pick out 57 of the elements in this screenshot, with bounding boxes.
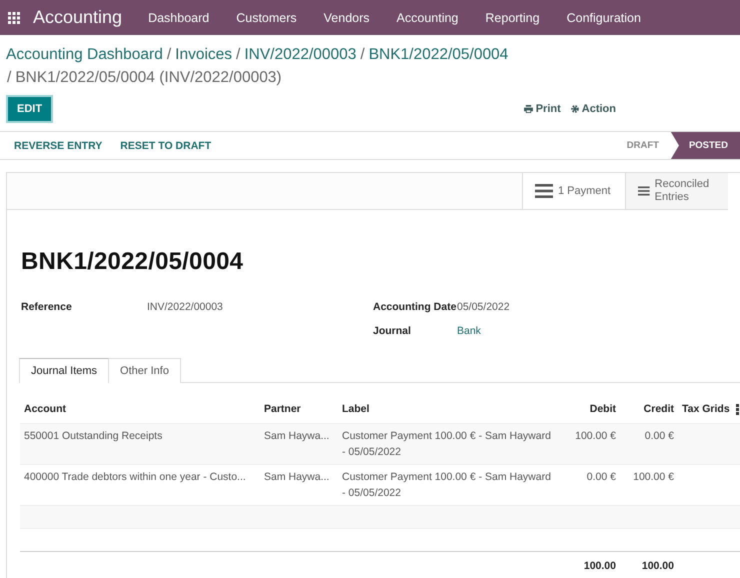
field-link[interactable]: Bank: [457, 325, 481, 337]
column-header[interactable]: Credit: [620, 395, 678, 424]
field-label: Reference: [21, 301, 73, 313]
record-title: BNK1/2022/05/0004: [21, 248, 244, 276]
total-cell: 100.00: [642, 560, 674, 572]
list-icon: [535, 184, 553, 198]
menu-item[interactable]: Customers: [236, 10, 297, 24]
breadcrumb-separator: /: [166, 46, 172, 63]
edit-button[interactable]: EDIT: [6, 95, 54, 123]
menu-item[interactable]: Configuration: [566, 10, 641, 24]
field-value: 05/05/2022: [457, 301, 510, 313]
tab[interactable]: Other Info: [109, 358, 181, 383]
table-cell: 550001 Outstanding Receipts: [24, 430, 162, 442]
breadcrumb-separator: /: [360, 46, 365, 63]
field-value: INV/2022/00003: [147, 301, 223, 313]
column-options-icon[interactable]: [736, 404, 739, 415]
status-action-button[interactable]: REVERSE ENTRY: [6, 140, 110, 152]
status-stage[interactable]: DRAFT: [608, 132, 671, 159]
menu-item[interactable]: Vendors: [324, 10, 370, 24]
table-cell: 0.00 €: [644, 430, 674, 442]
gear-icon: [570, 105, 579, 113]
column-header[interactable]: Account: [20, 395, 260, 424]
total-cell: 100.00: [584, 560, 616, 572]
column-header[interactable]: Label: [338, 395, 560, 424]
column-header[interactable]: Partner: [260, 395, 338, 424]
smart-button[interactable]: Reconciled Entries: [625, 173, 728, 209]
table-cell: Customer Payment 100.00 € - Sam Hayward - 05/05/2022: [342, 471, 551, 499]
breadcrumb-title: BNK1/2022/05/0004 (INV/2022/00003): [15, 69, 282, 86]
breadcrumb-link[interactable]: INV/2022/00003: [244, 46, 356, 63]
table-cell: Sam Haywa...: [264, 430, 330, 442]
menu-item[interactable]: Dashboard: [148, 10, 210, 24]
printer-icon: [524, 105, 533, 113]
status-stage[interactable]: POSTED: [670, 132, 740, 159]
column-header[interactable]: Debit: [560, 395, 620, 424]
apps-grid-icon[interactable]: [8, 12, 20, 24]
table-cell: Customer Payment 100.00 € - Sam Hayward - 05/05/2022: [342, 430, 551, 458]
breadcrumb-link[interactable]: Accounting Dashboard: [6, 46, 163, 63]
field-label: Accounting Date: [373, 301, 457, 313]
list-icon: [638, 184, 650, 198]
status-action-button[interactable]: RESET TO DRAFT: [112, 140, 220, 152]
app-title[interactable]: Accounting: [33, 7, 122, 28]
menu-item[interactable]: Reporting: [485, 10, 540, 24]
table-cell: 100.00 €: [633, 471, 674, 483]
print-button[interactable]: Print: [524, 103, 561, 115]
table-cell: 0.00 €: [586, 471, 616, 483]
action-button[interactable]: Action: [570, 103, 616, 115]
table-cell: Sam Haywa...: [264, 471, 330, 483]
breadcrumb-separator: /: [236, 46, 240, 63]
tab[interactable]: Journal Items: [19, 358, 110, 383]
menu-item[interactable]: Accounting: [396, 10, 458, 24]
breadcrumb-link[interactable]: BNK1/2022/05/0004: [368, 46, 508, 63]
column-header[interactable]: Tax Grids: [678, 395, 740, 424]
table-cell: 400000 Trade debtors within one year - Custo...: [24, 471, 246, 483]
breadcrumb-separator: /: [7, 69, 12, 86]
breadcrumb-link[interactable]: Invoices: [175, 46, 232, 63]
table-cell: 100.00 €: [575, 430, 616, 442]
field-label: Journal: [373, 325, 412, 337]
